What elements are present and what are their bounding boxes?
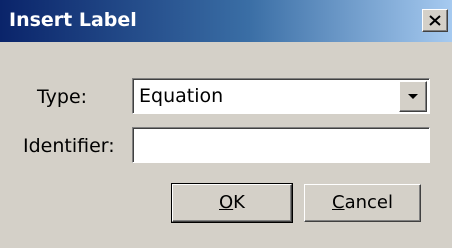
type-label: Type:: [37, 86, 88, 108]
cancel-button[interactable]: Cancel: [304, 184, 421, 222]
chevron-down-icon: [408, 94, 418, 99]
type-select[interactable]: Equation: [132, 78, 430, 114]
insert-label-dialog: Insert Label Type: Equation Identifier: …: [0, 0, 452, 248]
identifier-field[interactable]: [132, 127, 430, 163]
cancel-mnemonic: C: [332, 192, 345, 213]
close-icon: [429, 15, 441, 26]
ok-mnemonic: O: [219, 192, 234, 213]
ok-button[interactable]: OK: [171, 183, 293, 223]
identifier-label: Identifier:: [23, 135, 115, 157]
cancel-label: ancel: [344, 192, 393, 213]
close-button[interactable]: [422, 9, 448, 32]
ok-label: K: [233, 192, 245, 213]
type-dropdown-button[interactable]: [399, 81, 427, 112]
type-select-value: Equation: [139, 85, 224, 107]
title-bar: Insert Label: [0, 0, 452, 42]
window-title: Insert Label: [9, 9, 137, 31]
